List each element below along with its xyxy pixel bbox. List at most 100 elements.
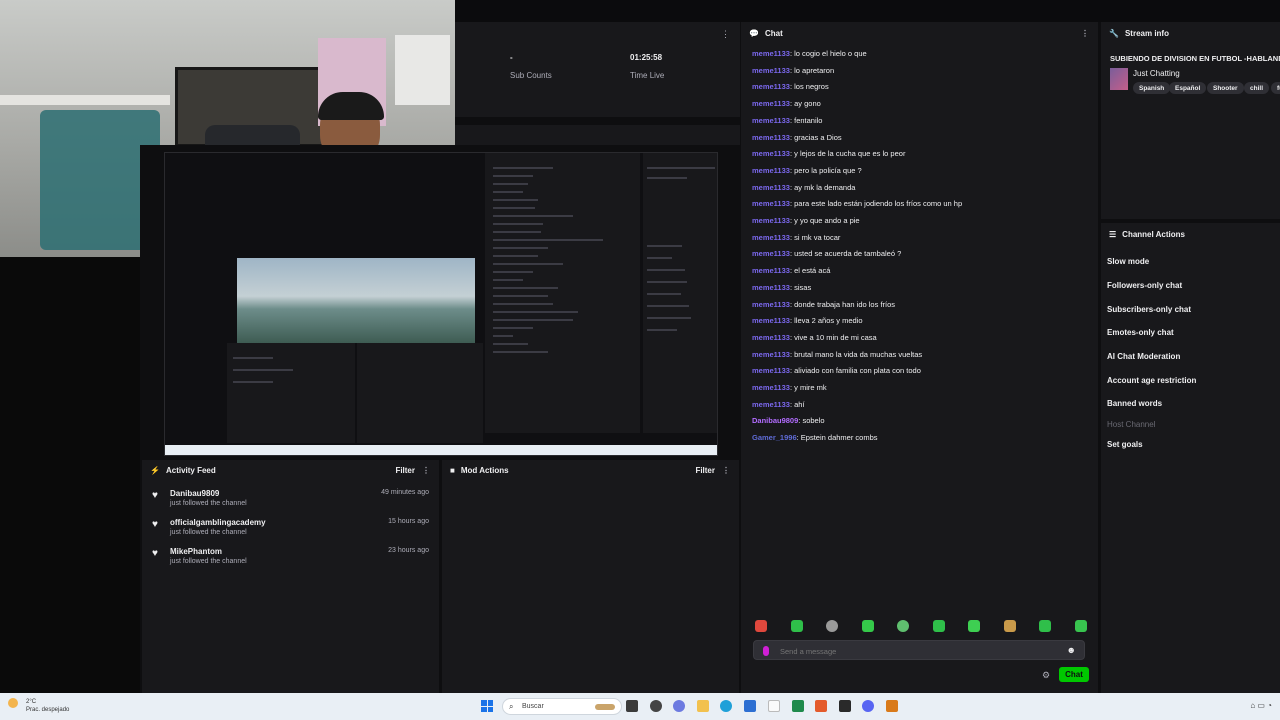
- chat-username[interactable]: meme1133: [752, 133, 790, 142]
- chat-panel: 💬 Chat ⋮ meme1133: lo cogio el hielo o q…: [741, 22, 1098, 693]
- mod-filter-button[interactable]: Filter: [695, 466, 715, 475]
- action-set-goals[interactable]: Set goals: [1107, 440, 1143, 449]
- weather-temperature: 2°C: [26, 699, 37, 705]
- follower-name[interactable]: Danibau9809: [170, 489, 219, 498]
- chat-username[interactable]: meme1133: [752, 400, 790, 409]
- action-ai-moderation[interactable]: AI Chat Moderation: [1107, 352, 1180, 361]
- task-view-icon[interactable]: [626, 700, 638, 712]
- emote-icon[interactable]: [897, 620, 909, 632]
- action-followers-only[interactable]: Followers-only chat: [1107, 281, 1182, 290]
- mod-actions-panel: ■ Mod Actions Filter ⋮: [442, 460, 739, 693]
- app-icon[interactable]: [886, 700, 898, 712]
- chat-username[interactable]: meme1133: [752, 199, 790, 208]
- mod-actions-title: Mod Actions: [460, 465, 509, 475]
- bits-icon[interactable]: [763, 646, 769, 656]
- emoji-icon[interactable]: ☻: [1067, 645, 1076, 655]
- chat-message-text: el está acá: [794, 266, 831, 276]
- weather-widget[interactable]: 2°C Prac. despejado: [26, 698, 69, 714]
- app-icon[interactable]: [650, 700, 662, 712]
- excel-icon[interactable]: [792, 700, 804, 712]
- lightning-icon: ⚡: [150, 465, 160, 475]
- app-icon[interactable]: [815, 700, 827, 712]
- more-options-icon[interactable]: ⋮: [422, 466, 430, 475]
- chat-message: meme1133: lo cogio el hielo o que: [752, 49, 867, 58]
- heart-icon: ♥: [152, 519, 158, 530]
- more-options-icon[interactable]: ⋮: [721, 29, 730, 40]
- chat-username[interactable]: meme1133: [752, 283, 790, 292]
- activity-filter-button[interactable]: Filter: [395, 466, 415, 475]
- chat-username[interactable]: meme1133: [752, 116, 790, 125]
- document-icon[interactable]: [768, 700, 780, 712]
- more-options-icon[interactable]: ⋮: [1081, 29, 1089, 38]
- weather-icon[interactable]: [8, 698, 18, 708]
- chat-username[interactable]: meme1133: [752, 366, 790, 375]
- emote-icon[interactable]: [1004, 620, 1016, 632]
- emote-icon[interactable]: [862, 620, 874, 632]
- emote-icon[interactable]: [791, 620, 803, 632]
- chat-message-text: ahí: [794, 399, 805, 409]
- action-emotes-only[interactable]: Emotes-only chat: [1107, 328, 1174, 337]
- more-options-icon[interactable]: ⋮: [722, 466, 730, 475]
- app-icon[interactable]: [862, 700, 874, 712]
- chat-username[interactable]: meme1133: [752, 49, 790, 58]
- chat-username[interactable]: meme1133: [752, 183, 790, 192]
- emote-icon[interactable]: [755, 620, 767, 632]
- chat-username[interactable]: meme1133: [752, 300, 790, 309]
- app-icon[interactable]: [673, 700, 685, 712]
- edge-icon[interactable]: [720, 700, 732, 712]
- emote-icon[interactable]: [933, 620, 945, 632]
- chat-message: meme1133: los negros: [752, 82, 829, 91]
- chat-message-text: vive a 10 min de mi casa: [794, 332, 877, 342]
- chat-username[interactable]: meme1133: [752, 66, 790, 75]
- heart-icon: ♥: [152, 548, 158, 559]
- chat-message-text: gracias a Dios: [794, 132, 842, 142]
- chat-username[interactable]: meme1133: [752, 333, 790, 342]
- chat-username[interactable]: meme1133: [752, 82, 790, 91]
- chat-username[interactable]: meme1133: [752, 99, 790, 108]
- chat-username[interactable]: Gamer_1996: [752, 433, 797, 442]
- emote-icon[interactable]: [1039, 620, 1051, 632]
- action-subscribers-only[interactable]: Subscribers-only chat: [1107, 305, 1191, 314]
- weather-description: Prac. despejado: [26, 707, 70, 713]
- chat-username[interactable]: meme1133: [752, 266, 790, 275]
- app-icon[interactable]: [839, 700, 851, 712]
- action-banned-words[interactable]: Banned words: [1107, 399, 1162, 408]
- tag[interactable]: Spanish: [1133, 82, 1171, 94]
- tag[interactable]: fu: [1271, 82, 1280, 94]
- gear-icon[interactable]: ⚙: [1042, 670, 1050, 681]
- search-icon: ⌕: [509, 702, 514, 711]
- chat-message: meme1133: usted se acuerda de tambaleó ?: [752, 249, 901, 258]
- emote-icon[interactable]: [826, 620, 838, 632]
- chat-send-button[interactable]: Chat: [1059, 667, 1089, 682]
- screen: - Sub Counts 01:25:58 Time Live ⋮ ⚡ Acti…: [0, 0, 1280, 720]
- stream-info-panel: 🔧 Stream info SUBIENDO DE DIVISION EN FU…: [1101, 22, 1280, 219]
- chat-username[interactable]: Danibau9809: [752, 416, 798, 425]
- chat-message-text: usted se acuerda de tambaleó ?: [794, 249, 902, 259]
- taskbar-search[interactable]: ⌕ Buscar: [502, 698, 622, 715]
- tag[interactable]: Español: [1169, 82, 1207, 94]
- chat-username[interactable]: meme1133: [752, 233, 790, 242]
- action-slow-mode[interactable]: Slow mode: [1107, 257, 1149, 266]
- chat-message: meme1133: ay mk la demanda: [752, 183, 855, 192]
- chat-username[interactable]: meme1133: [752, 249, 790, 258]
- chat-input[interactable]: [780, 644, 1060, 658]
- chat-message-text: donde trabaja han ido los fríos: [794, 299, 896, 309]
- chat-username[interactable]: meme1133: [752, 216, 790, 225]
- chat-username[interactable]: meme1133: [752, 316, 790, 325]
- chat-username[interactable]: meme1133: [752, 383, 790, 392]
- action-account-age[interactable]: Account age restriction: [1107, 376, 1196, 385]
- chat-username[interactable]: meme1133: [752, 350, 790, 359]
- chat-username[interactable]: meme1133: [752, 166, 790, 175]
- emote-icon[interactable]: [1075, 620, 1087, 632]
- follower-name[interactable]: officialgamblingacademy: [170, 518, 266, 527]
- follower-name[interactable]: MikePhantom: [170, 547, 222, 556]
- category-name[interactable]: Just Chatting: [1133, 69, 1180, 78]
- emote-icon[interactable]: [968, 620, 980, 632]
- start-icon[interactable]: [481, 700, 493, 712]
- chat-username[interactable]: meme1133: [752, 149, 790, 158]
- tag[interactable]: chill: [1244, 82, 1270, 94]
- file-explorer-icon[interactable]: [697, 700, 709, 712]
- tag[interactable]: Shooter: [1207, 82, 1244, 94]
- system-tray[interactable]: ⌂ ▭ ◔: [1250, 701, 1272, 710]
- store-icon[interactable]: [744, 700, 756, 712]
